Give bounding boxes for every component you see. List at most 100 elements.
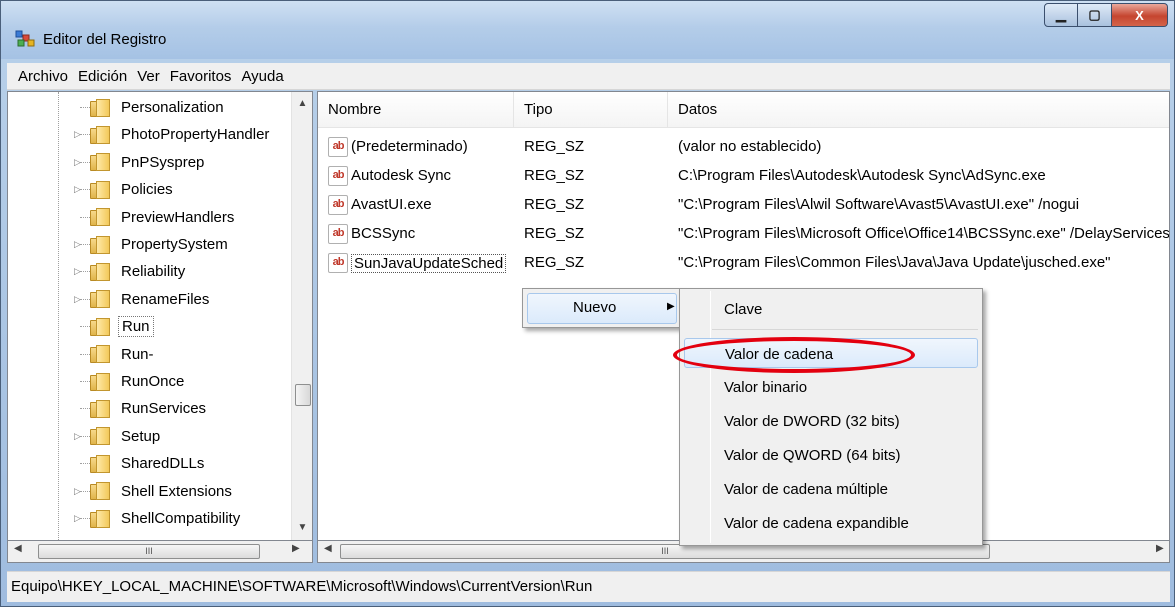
value-type: REG_SZ <box>524 196 585 213</box>
table-row[interactable]: ab SunJavaUpdateSched REG_SZ "C:\Program Fi… <box>318 250 1169 278</box>
tree-item-label: Run <box>118 316 154 338</box>
scroll-up-icon[interactable]: ▲ <box>292 94 312 114</box>
table-row[interactable]: ab AvastUI.exe REG_SZ "C:\Program Files\Alw… <box>318 192 1169 220</box>
maximize-icon: ▢ <box>1088 7 1101 22</box>
folder-icon <box>90 317 112 336</box>
folder-icon <box>90 153 112 172</box>
submenu-arrow-icon: ▶ <box>667 301 675 312</box>
value-name: AvastUI.exe <box>351 196 432 213</box>
tree-item-label: Run- <box>121 345 154 363</box>
caption-buttons: ▁ ▢ X <box>1044 3 1168 29</box>
tree-item[interactable]: PreviewHandlers <box>8 204 290 231</box>
tree-item-label: PhotoPropertyHandler <box>121 126 270 144</box>
tree-item[interactable]: Personalization <box>8 94 290 121</box>
tree-item[interactable]: SharedDLLs <box>8 450 290 477</box>
tree-item-label: RunServices <box>121 400 207 418</box>
tree-item[interactable]: ▷ PropertySystem <box>8 231 290 258</box>
tree-item[interactable]: ▷ Setup <box>8 423 290 450</box>
string-value-icon: ab <box>328 195 348 215</box>
scroll-left-icon[interactable]: ◀ <box>324 543 332 554</box>
folder-icon <box>90 290 112 309</box>
tree-item[interactable]: ▷ Reliability <box>8 258 290 285</box>
folder-icon <box>90 372 112 391</box>
menu-ayuda[interactable]: Ayuda <box>236 68 288 85</box>
menu-bar: Archivo Edición Ver Favoritos Ayuda <box>7 63 1170 90</box>
menu-separator <box>712 329 978 330</box>
close-icon: X <box>1135 7 1144 23</box>
menu-archivo[interactable]: Archivo <box>13 68 73 85</box>
string-value-icon: ab <box>328 253 348 273</box>
minimize-icon: ▁ <box>1056 7 1066 22</box>
menu-edicion[interactable]: Edición <box>73 68 132 85</box>
folder-icon <box>90 208 112 227</box>
scroll-left-icon[interactable]: ◀ <box>14 543 22 554</box>
menu-ver[interactable]: Ver <box>132 68 165 85</box>
submenu-item-clave[interactable]: Clave <box>684 294 978 324</box>
tree-item[interactable]: RunServices <box>8 395 290 422</box>
folder-icon <box>90 345 112 364</box>
value-name: Autodesk Sync <box>351 167 452 184</box>
submenu-item-valor-dword[interactable]: Valor de DWORD (32 bits) <box>684 406 978 436</box>
tree-item[interactable]: ▷ ShellCompatibility <box>8 505 290 532</box>
tree-horizontal-scrollbar[interactable]: ◀ III ▶ <box>7 541 313 563</box>
value-data: C:\Program Files\Autodesk\Autodesk Sync\… <box>678 167 1046 184</box>
submenu-item-valor-binario[interactable]: Valor binario <box>684 372 978 402</box>
column-header-nombre[interactable]: Nombre <box>318 92 514 128</box>
tree-item[interactable]: Run- <box>8 341 290 368</box>
menu-favoritos[interactable]: Favoritos <box>165 68 237 85</box>
column-header-datos[interactable]: Datos <box>668 92 1169 128</box>
value-type: REG_SZ <box>524 254 585 271</box>
close-button[interactable]: X <box>1112 3 1168 27</box>
string-value-icon: ab <box>328 137 348 157</box>
tree-item-label: SharedDLLs <box>121 455 205 473</box>
title-bar[interactable]: Editor del Registro ▁ ▢ X <box>1 1 1174 59</box>
folder-icon <box>90 262 112 281</box>
tree-item-label: Setup <box>121 427 161 445</box>
new-submenu: Clave Valor de cadena Valor binario Valo… <box>679 288 983 546</box>
submenu-item-valor-cadena-expandible[interactable]: Valor de cadena expandible <box>684 508 978 538</box>
minimize-button[interactable]: ▁ <box>1044 3 1078 27</box>
maximize-button[interactable]: ▢ <box>1078 3 1112 27</box>
tree-item[interactable]: ▷ Policies <box>8 176 290 203</box>
tree-item[interactable]: Run <box>8 313 290 340</box>
tree-item-label: RunOnce <box>121 373 185 390</box>
status-path: Equipo\HKEY_LOCAL_MACHINE\SOFTWARE\Micro… <box>11 578 593 595</box>
scroll-right-icon[interactable]: ▶ <box>292 543 300 554</box>
value-data: "C:\Program Files\Alwil Software\Avast5\… <box>678 196 1080 213</box>
submenu-item-valor-cadena-multiple[interactable]: Valor de cadena múltiple <box>684 474 978 504</box>
folder-icon <box>90 482 112 501</box>
status-bar: Equipo\HKEY_LOCAL_MACHINE\SOFTWARE\Micro… <box>7 571 1170 602</box>
tree-item[interactable]: RunOnce <box>8 368 290 395</box>
value-type: REG_SZ <box>524 167 585 184</box>
value-data: "C:\Program Files\Microsoft Office\Offic… <box>678 225 1170 242</box>
value-type: REG_SZ <box>524 138 585 155</box>
table-row[interactable]: ab (Predeterminado) REG_SZ (valor no establ… <box>318 134 1169 162</box>
annotation-ellipse <box>673 337 915 373</box>
tree-item-label: PreviewHandlers <box>121 208 235 226</box>
registry-editor-window: Editor del Registro ▁ ▢ X Archivo Edició… <box>0 0 1175 607</box>
submenu-item-valor-qword[interactable]: Valor de QWORD (64 bits) <box>684 440 978 470</box>
value-name: BCSSync <box>351 225 416 242</box>
folder-icon <box>90 180 112 199</box>
context-menu-label-nuevo: Nuevo <box>573 299 617 316</box>
tree-item[interactable]: ▷ PhotoPropertyHandler <box>8 121 290 148</box>
tree-item-label: ShellCompatibility <box>121 510 241 527</box>
folder-icon <box>90 98 112 117</box>
folder-icon <box>90 427 112 446</box>
window-title: Editor del Registro <box>43 31 167 48</box>
key-tree-pane[interactable]: Personalization ▷ PhotoPropertyHandler ▷ PnP… <box>7 91 313 541</box>
table-row[interactable]: ab Autodesk Sync REG_SZ C:\Program Files\Au… <box>318 163 1169 191</box>
value-data: "C:\Program Files\Common Files\Java\Java… <box>678 254 1111 271</box>
tree-item[interactable]: ▷ RenameFiles <box>8 286 290 313</box>
table-row[interactable]: ab BCSSync REG_SZ "C:\Program Files\Microso… <box>318 221 1169 249</box>
tree-item[interactable]: ▷ PnPSysprep <box>8 149 290 176</box>
list-hscroll-thumb[interactable]: III <box>340 544 990 559</box>
registry-editor-icon <box>15 30 35 47</box>
scroll-right-icon[interactable]: ▶ <box>1156 543 1164 554</box>
tree-scroll-thumb[interactable] <box>295 384 311 406</box>
tree-item[interactable]: ▷ Shell Extensions <box>8 478 290 505</box>
tree-vertical-scrollbar[interactable]: ▲ ▼ <box>291 92 312 540</box>
scroll-down-icon[interactable]: ▼ <box>292 518 312 538</box>
tree-hscroll-thumb[interactable]: III <box>38 544 260 559</box>
column-header-tipo[interactable]: Tipo <box>514 92 668 128</box>
